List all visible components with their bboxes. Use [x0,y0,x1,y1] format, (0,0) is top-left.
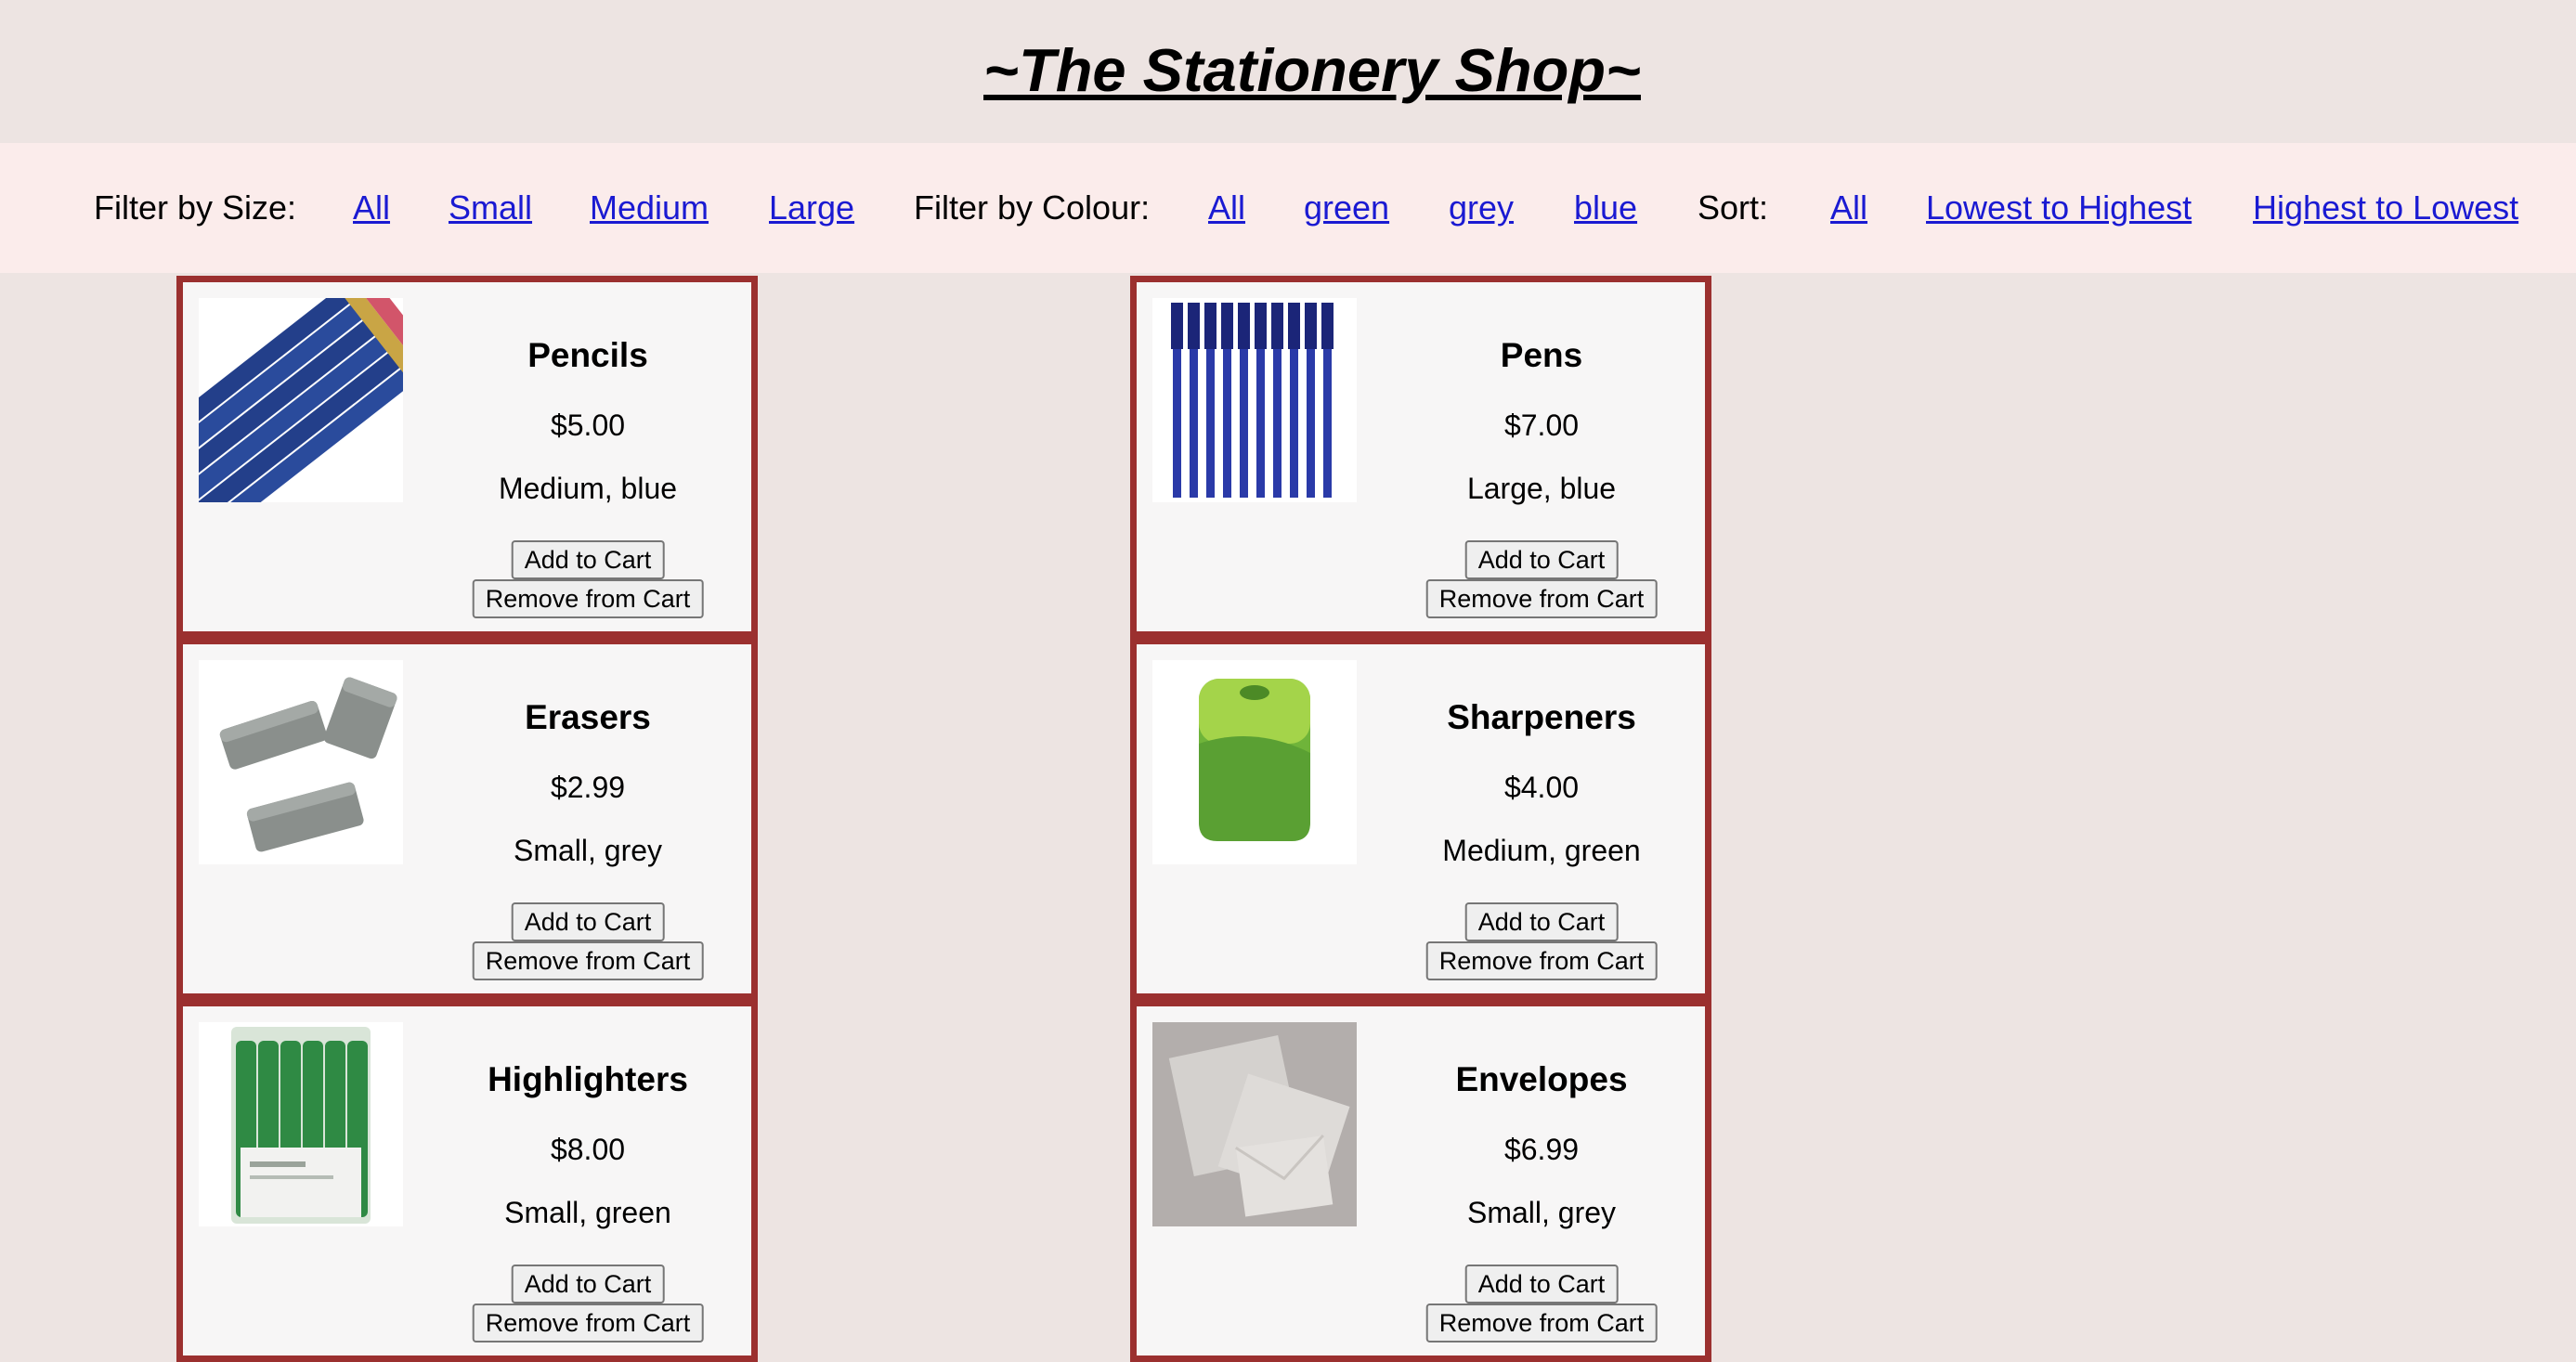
product-attributes: Large, blue [1466,472,1617,505]
erasers-image [199,660,403,864]
envelopes-image [1152,1022,1357,1226]
size-filter-small[interactable]: Small [449,188,532,227]
header: ~The Stationery Shop~ [0,0,2576,143]
colour-filter-green[interactable]: green [1304,188,1389,227]
add-to-cart-button[interactable]: Add to Cart [1464,540,1619,579]
sort-lowest-to-highest[interactable]: Lowest to Highest [1926,188,2192,227]
filter-bar: Filter by Size: All Small Medium Large F… [0,143,2576,273]
colour-filter-blue[interactable]: blue [1574,188,1637,227]
product-price: $5.00 [550,409,626,442]
product-card-pens: Pens $7.00 Large, blue Add to Cart Remov… [1130,276,1711,638]
product-card-erasers: Erasers $2.99 Small, grey Add to Cart Re… [176,638,758,1000]
product-name: Pens [1500,336,1583,374]
add-to-cart-button[interactable]: Add to Cart [511,540,665,579]
product-attributes: Small, grey [513,834,663,867]
size-filter-medium[interactable]: Medium [590,188,709,227]
product-name: Sharpeners [1447,698,1636,736]
colour-filter-label: Filter by Colour: [914,188,1151,227]
remove-from-cart-button[interactable]: Remove from Cart [1425,941,1658,980]
product-card-envelopes: Envelopes $6.99 Small, grey Add to Cart … [1130,1000,1711,1362]
remove-from-cart-button[interactable]: Remove from Cart [472,941,704,980]
add-to-cart-button[interactable]: Add to Cart [1464,1265,1619,1304]
product-price: $8.00 [550,1133,626,1166]
sort-all[interactable]: All [1830,188,1867,227]
remove-from-cart-button[interactable]: Remove from Cart [1425,579,1658,618]
shop-title: ~The Stationery Shop~ [983,36,1641,104]
remove-from-cart-button[interactable]: Remove from Cart [472,1304,704,1343]
colour-filter-grey[interactable]: grey [1449,188,1514,227]
product-name: Pencils [527,336,648,374]
highlighters-image [199,1022,403,1226]
product-card-pencils: Pencils $5.00 Medium, blue Add to Cart R… [176,276,758,638]
product-attributes: Small, green [504,1196,671,1229]
add-to-cart-button[interactable]: Add to Cart [1464,902,1619,941]
pens-image [1152,298,1357,502]
size-filter-large[interactable]: Large [769,188,854,227]
product-attributes: Small, grey [1466,1196,1617,1229]
product-price: $7.00 [1503,409,1580,442]
remove-from-cart-button[interactable]: Remove from Cart [1425,1304,1658,1343]
size-filter-all[interactable]: All [353,188,390,227]
product-card-highlighters: Highlighters $8.00 Small, green Add to C… [176,1000,758,1362]
sharpener-image [1152,660,1357,864]
pencils-image [199,298,403,502]
add-to-cart-button[interactable]: Add to Cart [511,902,665,941]
product-name: Highlighters [488,1060,688,1098]
product-price: $6.99 [1503,1133,1580,1166]
size-filter-label: Filter by Size: [94,188,297,227]
add-to-cart-button[interactable]: Add to Cart [511,1265,665,1304]
product-attributes: Medium, green [1442,834,1641,867]
product-card-sharpeners: Sharpeners $4.00 Medium, green Add to Ca… [1130,638,1711,1000]
product-name: Erasers [525,698,651,736]
sort-label: Sort: [1698,188,1769,227]
product-price: $4.00 [1503,771,1580,804]
remove-from-cart-button[interactable]: Remove from Cart [472,579,704,618]
sort-highest-to-lowest[interactable]: Highest to Lowest [2253,188,2518,227]
product-price: $2.99 [550,771,626,804]
product-attributes: Medium, blue [498,472,678,505]
product-name: Envelopes [1455,1060,1628,1098]
colour-filter-all[interactable]: All [1208,188,1245,227]
